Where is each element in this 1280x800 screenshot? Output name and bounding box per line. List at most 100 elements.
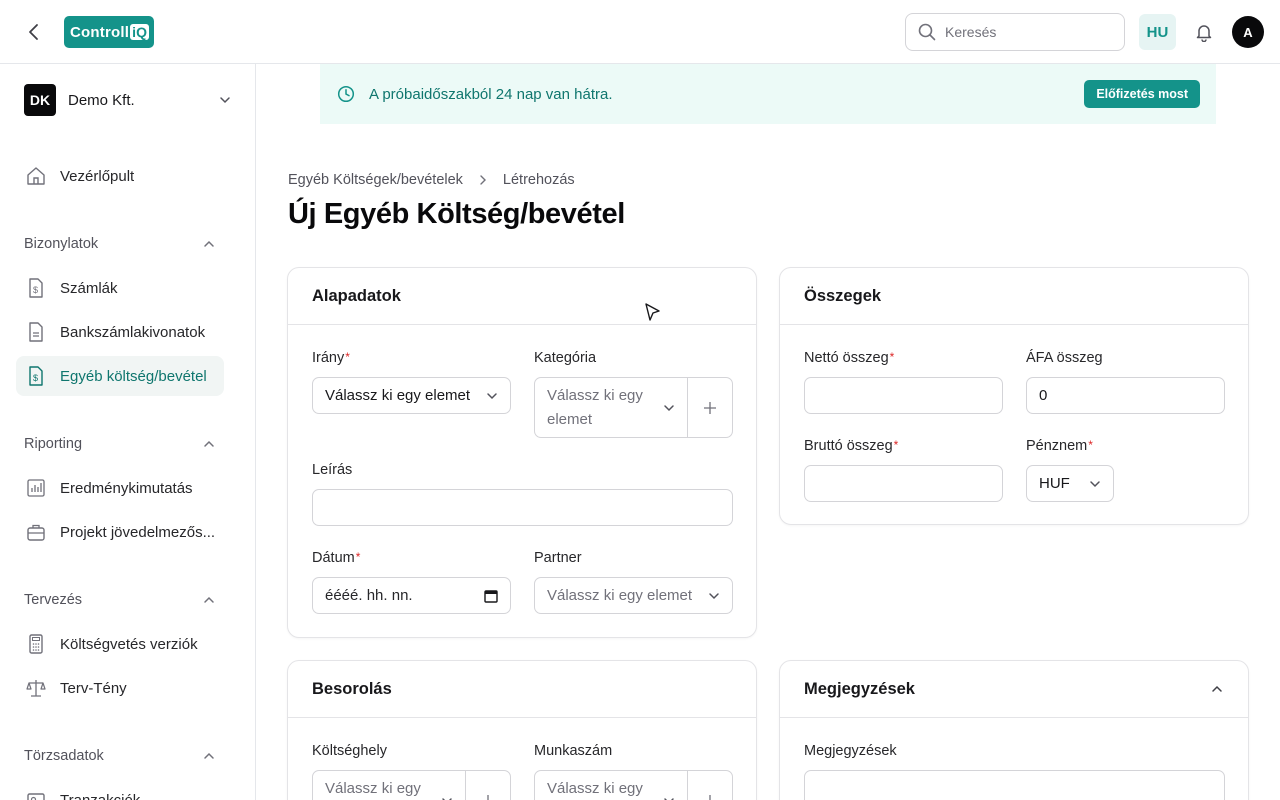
sidebar: DK Demo Kft. Vezérlőpult Bizonylatok $ S…	[0, 64, 256, 800]
breadcrumb-current: Létrehozás	[502, 172, 575, 188]
sidebar-section-tervezes[interactable]: Tervezés	[24, 588, 216, 612]
chevron-down-icon	[487, 392, 497, 399]
brutto-input[interactable]	[804, 465, 1003, 502]
trial-text: A próbaidőszakból 24 nap van hátra.	[369, 85, 613, 103]
sidebar-item-label: Bankszámlakivonatok	[60, 323, 206, 341]
search-box[interactable]	[905, 13, 1125, 51]
sidebar-section-label: Törzsadatok	[24, 748, 104, 764]
sidebar-section-bizonylatok[interactable]: Bizonylatok	[24, 232, 216, 256]
plus-icon	[704, 401, 716, 414]
kategoria-placeholder: Válassz ki egy elemet	[547, 386, 643, 428]
chevron-up-icon	[204, 752, 214, 759]
subscribe-button[interactable]: Előfizetés most	[1084, 80, 1200, 108]
netto-input[interactable]	[804, 377, 1003, 414]
add-koltseghely-button[interactable]	[465, 771, 510, 800]
irany-select[interactable]: Válassz ki egy elemet	[312, 377, 511, 414]
koltseghely-placeholder: Válassz ki egy elemet	[325, 779, 421, 797]
sidebar-item-label: Vezérlőpult	[60, 167, 135, 185]
chevron-up-icon	[204, 596, 214, 603]
add-munkaszam-button[interactable]	[687, 771, 732, 800]
sidebar-item-terv-teny[interactable]: Terv-Tény	[16, 668, 224, 708]
sidebar-section-torzsadatok[interactable]: Törzsadatok	[24, 744, 216, 768]
chevron-down-icon	[1090, 480, 1100, 487]
sidebar-item-egyeb-koltseg[interactable]: $ Egyéb költség/bevétel	[16, 356, 224, 396]
chevron-down-icon	[709, 592, 719, 599]
munkaszam-select[interactable]: Válassz ki egy elemet	[535, 771, 687, 800]
brutto-label: Bruttó összeg*	[804, 438, 899, 454]
partner-placeholder: Válassz ki egy elemet	[547, 587, 693, 604]
company-switcher[interactable]: DK Demo Kft.	[24, 84, 232, 116]
sidebar-item-eredmenykimutatas[interactable]: Eredménykimutatás	[16, 468, 224, 508]
sidebar-item-koltsegvetes[interactable]: Költségvetés verziók	[16, 624, 224, 664]
back-button[interactable]	[22, 20, 46, 44]
chevron-down-icon	[664, 797, 674, 800]
user-avatar[interactable]: A	[1232, 16, 1264, 48]
search-icon	[918, 23, 936, 41]
chevron-down-icon	[220, 97, 230, 104]
afa-input[interactable]: 0	[1026, 377, 1225, 414]
add-kategoria-button[interactable]	[687, 378, 732, 437]
logo-text: Controll	[70, 23, 130, 41]
invoice-icon: $	[29, 278, 43, 298]
breadcrumb-parent[interactable]: Egyéb Költségek/bevételek	[288, 172, 463, 188]
app-logo[interactable]: Controll iQ	[64, 16, 154, 48]
leiras-input[interactable]	[312, 489, 733, 526]
card-title: Besorolás	[312, 679, 392, 698]
partner-select[interactable]: Válassz ki egy elemet	[534, 577, 733, 614]
clock-icon	[337, 85, 355, 103]
chevron-up-icon[interactable]	[1210, 682, 1224, 696]
company-badge: DK	[24, 84, 56, 116]
kategoria-field: Válassz ki egy elemet	[534, 377, 733, 438]
card-title: Összegek	[804, 286, 882, 305]
chevron-down-icon	[664, 404, 674, 411]
sidebar-item-label: Projekt jövedelmezős...	[60, 523, 216, 541]
sidebar-item-bankszamlakivonatok[interactable]: Bankszámlakivonatok	[16, 312, 224, 352]
sidebar-item-label: Tranzakciók	[60, 791, 141, 800]
koltseghely-select[interactable]: Válassz ki egy elemet	[313, 771, 465, 800]
sidebar-section-riporting[interactable]: Riporting	[24, 432, 216, 456]
briefcase-icon	[27, 524, 45, 541]
irany-value: Válassz ki egy elemet	[325, 387, 471, 404]
megjegyzesek-textarea[interactable]	[804, 770, 1225, 800]
sidebar-item-label: Egyéb költség/bevétel	[60, 367, 207, 385]
chevron-up-icon	[204, 440, 214, 447]
sidebar-item-label: Költségvetés verziók	[60, 635, 198, 653]
sidebar-item-szamlak[interactable]: $ Számlák	[16, 268, 224, 308]
mouse-cursor-icon	[645, 303, 660, 321]
plus-icon	[704, 794, 716, 800]
home-icon	[27, 167, 45, 185]
bell-icon	[1196, 25, 1212, 42]
notifications-button[interactable]	[1193, 21, 1215, 43]
search-input[interactable]	[945, 24, 1105, 40]
plus-icon	[482, 794, 494, 800]
chevron-down-icon	[442, 797, 452, 800]
kategoria-select[interactable]: Válassz ki egy elemet	[535, 378, 687, 437]
sidebar-section-label: Riporting	[24, 436, 83, 452]
chevron-left-icon	[29, 24, 38, 40]
sidebar-section-label: Tervezés	[24, 592, 83, 608]
datum-input[interactable]: éééé. hh. nn.	[312, 577, 511, 614]
munkaszam-placeholder: Válassz ki egy elemet	[547, 779, 643, 797]
invoice-icon: $	[29, 366, 43, 386]
language-switcher[interactable]: HU	[1139, 14, 1176, 50]
chevron-right-icon	[480, 175, 486, 185]
netto-label: Nettó összeg*	[804, 350, 895, 366]
megjegyzesek-label: Megjegyzések	[804, 743, 897, 759]
penznem-value: HUF	[1039, 475, 1070, 492]
card-alapadatok: Alapadatok Irány* Válassz ki egy elemet …	[287, 267, 757, 638]
svg-text:$: $	[33, 373, 38, 383]
calendar-icon[interactable]	[484, 589, 498, 603]
sidebar-item-label: Terv-Tény	[60, 679, 127, 697]
sidebar-item-dashboard[interactable]: Vezérlőpult	[16, 156, 224, 196]
sidebar-item-tranzakciok[interactable]: Tranzakciók	[16, 780, 224, 800]
munkaszam-label: Munkaszám	[534, 743, 613, 759]
calculator-icon	[29, 634, 43, 654]
afa-label: ÁFA összeg	[1026, 350, 1103, 366]
sidebar-item-projekt[interactable]: Projekt jövedelmezős...	[16, 512, 224, 552]
top-bar: ControlliQ HU A	[0, 0, 1280, 64]
card-title: Megjegyzések	[804, 679, 915, 698]
sidebar-section-label: Bizonylatok	[24, 236, 99, 252]
penznem-select[interactable]: HUF	[1026, 465, 1114, 502]
trial-banner: A próbaidőszakból 24 nap van hátra. Előf…	[320, 64, 1216, 124]
breadcrumb: Egyéb Költségek/bevételek Létrehozás	[288, 172, 575, 188]
